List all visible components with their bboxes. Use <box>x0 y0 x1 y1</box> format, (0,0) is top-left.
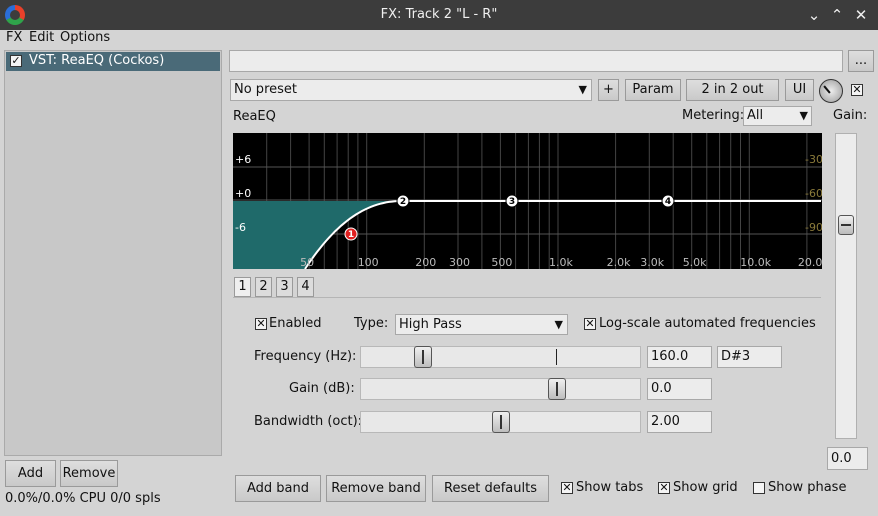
cpu-status: 0.0%/0.0% CPU 0/0 spls <box>5 491 161 506</box>
gain-fader[interactable] <box>835 133 857 439</box>
logscale-checkbox[interactable]: ✕ <box>584 318 596 330</box>
eq-graph[interactable]: +6 +0 -6 -30 -60 -90 50 100 200 300 500 1.0k 2… <box>233 133 822 269</box>
io-button[interactable]: 2 in 2 out <box>686 79 779 101</box>
db-label: -6 <box>235 221 246 234</box>
frequency-label: 5.0k <box>683 256 707 269</box>
tab-band-2[interactable]: 2 <box>255 277 272 297</box>
frequency-slider[interactable] <box>360 346 641 368</box>
fx-name-field[interactable] <box>229 50 843 72</box>
frequency-label: 3.0k <box>640 256 664 269</box>
fx-enabled-checkbox[interactable]: ✓ <box>10 55 22 67</box>
menu-bar: FX Edit Options <box>0 30 878 48</box>
frequency-label: 200 <box>415 256 436 269</box>
frequency-label: 10.0k <box>740 256 771 269</box>
metering-select[interactable]: All ▼ <box>743 106 812 126</box>
gain-field[interactable]: 0.0 <box>647 378 712 400</box>
reset-defaults-button[interactable]: Reset defaults <box>432 475 549 502</box>
minimize-icon[interactable]: ⌄ <box>803 4 825 26</box>
band-point-label: 2 <box>400 197 406 207</box>
band-point-label: 4 <box>665 197 671 207</box>
frequency-label: 50 <box>300 256 314 269</box>
add-fx-button[interactable]: Add <box>5 460 56 487</box>
meter-label: -30 <box>805 153 822 166</box>
type-label: Type: <box>354 316 389 331</box>
metering-value: All <box>747 108 764 123</box>
bandwidth-label: Bandwidth (oct): <box>254 414 363 429</box>
preset-select[interactable]: No preset ▼ <box>230 79 592 101</box>
chevron-down-icon: ▼ <box>554 318 563 331</box>
fx-chain-list[interactable]: ✓ VST: ReaEQ (Cockos) <box>4 50 222 456</box>
gain-label: Gain: <box>833 108 868 123</box>
close-icon[interactable]: ✕ <box>850 4 872 26</box>
frequency-label: 2.0k <box>607 256 631 269</box>
db-label: +6 <box>235 153 251 166</box>
frequency-label: 1.0k <box>549 256 573 269</box>
slider-knob[interactable] <box>548 378 566 400</box>
frequency-label: 100 <box>358 256 379 269</box>
bypass-checkbox[interactable]: ✕ <box>851 84 863 96</box>
remove-band-button[interactable]: Remove band <box>326 475 426 502</box>
wet-knob-icon[interactable] <box>819 79 843 103</box>
fx-item-label: VST: ReaEQ (Cockos) <box>29 53 165 68</box>
show-tabs-checkbox[interactable]: ✕ <box>561 482 573 494</box>
show-grid-checkbox[interactable]: ✕ <box>658 482 670 494</box>
logscale-label: Log-scale automated frequencies <box>599 316 816 331</box>
band-point-label: 3 <box>509 197 515 207</box>
show-phase-label: Show phase <box>768 480 847 495</box>
menu-fx[interactable]: FX <box>6 30 22 45</box>
type-select[interactable]: High Pass ▼ <box>395 314 568 335</box>
gain-value-field[interactable]: 0.0 <box>827 447 868 470</box>
frequency-label: 300 <box>449 256 470 269</box>
tab-divider <box>233 297 821 298</box>
bandwidth-field[interactable]: 2.00 <box>647 411 712 433</box>
db-label: +0 <box>235 187 251 200</box>
show-phase-checkbox[interactable] <box>753 482 765 494</box>
note-field[interactable]: D#3 <box>717 346 782 368</box>
fader-knob[interactable] <box>838 215 854 235</box>
enabled-label: Enabled <box>269 316 322 331</box>
plugin-name: ReaEQ <box>233 109 276 124</box>
frequency-label: Frequency (Hz): <box>254 349 357 364</box>
preset-value: No preset <box>234 82 297 97</box>
frequency-field[interactable]: 160.0 <box>647 346 712 368</box>
show-grid-label: Show grid <box>673 480 738 495</box>
enabled-checkbox[interactable]: ✕ <box>255 318 267 330</box>
meter-label: -90 <box>805 221 822 234</box>
menu-options[interactable]: Options <box>60 30 110 45</box>
list-item[interactable]: ✓ VST: ReaEQ (Cockos) <box>6 52 220 71</box>
frequency-labels: 50 100 200 300 500 1.0k 2.0k 3.0k 5.0k 10.0k 20.0k <box>300 256 822 269</box>
window-title: FX: Track 2 "L - R" <box>380 7 498 22</box>
band-point-label: 1 <box>348 230 354 240</box>
add-preset-button[interactable]: + <box>598 79 619 101</box>
show-tabs-label: Show tabs <box>576 480 644 495</box>
bandwidth-slider[interactable] <box>360 411 641 433</box>
type-value: High Pass <box>399 317 462 332</box>
frequency-label: 20.0k <box>798 256 822 269</box>
ui-button[interactable]: UI <box>785 79 814 101</box>
metering-label: Metering: <box>682 108 745 123</box>
gain-slider[interactable] <box>360 378 641 400</box>
tab-band-3[interactable]: 3 <box>276 277 293 297</box>
add-band-button[interactable]: Add band <box>235 475 321 502</box>
tab-band-4[interactable]: 4 <box>297 277 314 297</box>
maximize-icon[interactable]: ⌃ <box>826 4 848 26</box>
menu-edit[interactable]: Edit <box>29 30 54 45</box>
frequency-label: 500 <box>491 256 512 269</box>
tab-band-1[interactable]: 1 <box>234 277 251 297</box>
slider-knob[interactable] <box>492 411 510 433</box>
param-button[interactable]: Param <box>625 79 681 101</box>
browse-button[interactable]: ... <box>848 50 874 72</box>
meter-label: -60 <box>805 187 822 200</box>
chevron-down-icon: ▼ <box>578 83 587 96</box>
chevron-down-icon: ▼ <box>799 109 808 122</box>
title-bar: FX: Track 2 "L - R" ⌄ ⌃ ✕ <box>0 0 878 30</box>
remove-fx-button[interactable]: Remove <box>60 460 118 487</box>
band-gain-label: Gain (dB): <box>289 381 355 396</box>
slider-knob[interactable] <box>414 346 432 368</box>
